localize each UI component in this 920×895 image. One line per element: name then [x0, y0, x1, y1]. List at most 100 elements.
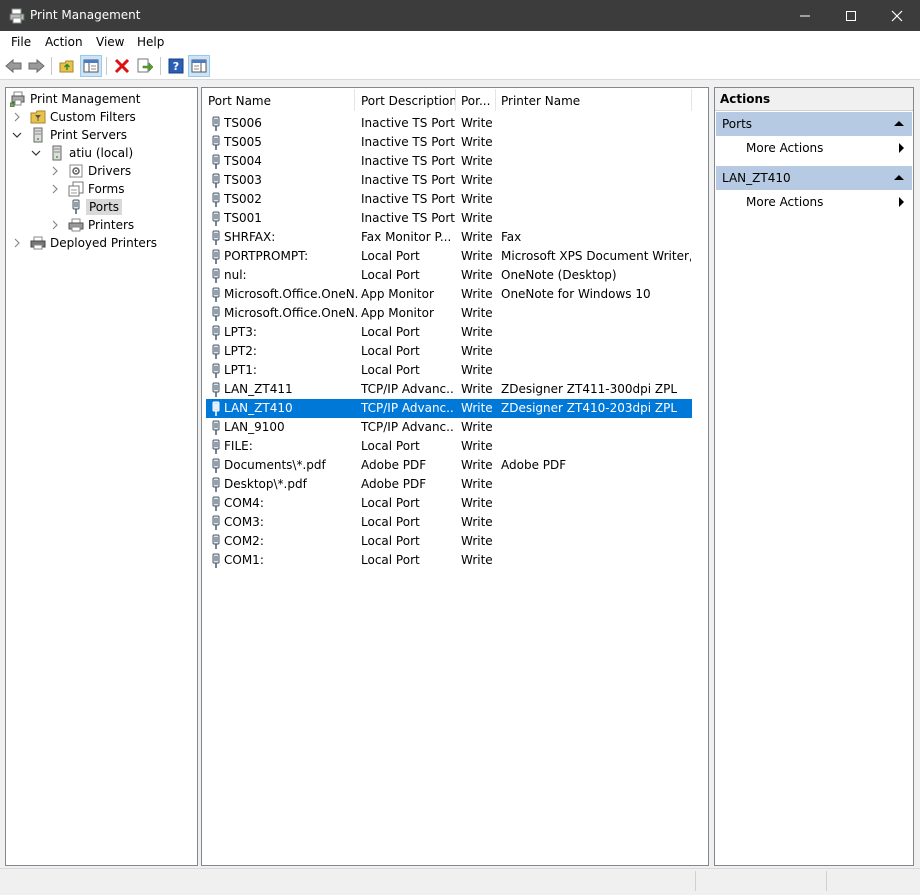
chevron-down-icon[interactable]: [12, 130, 22, 140]
tree-node-print-servers[interactable]: Print Servers: [12, 126, 127, 144]
maximize-icon: [846, 10, 856, 21]
ports-list-view[interactable]: Port Name Port Description Por... Printe…: [201, 87, 709, 866]
tree-label: atiu (local): [69, 146, 134, 160]
column-header-printer-name[interactable]: Printer Name: [501, 94, 580, 108]
port-description-cell: Inactive TS Port: [361, 135, 455, 149]
table-row[interactable]: LPT3: Local Port Write: [206, 323, 692, 342]
port-type-cell: Write: [461, 287, 493, 301]
minimize-button[interactable]: [782, 0, 828, 31]
table-row[interactable]: TS005 Inactive TS Port Write: [206, 133, 692, 152]
port-name-cell: COM3:: [224, 515, 264, 529]
table-row[interactable]: SHRFAX: Fax Monitor P... Write Fax: [206, 228, 692, 247]
printer-name-cell: OneNote for Windows 10: [501, 287, 651, 301]
close-button[interactable]: [874, 0, 920, 31]
table-row[interactable]: PORTPROMPT: Local Port Write Microsoft XPS …: [206, 247, 692, 266]
chevron-right-icon[interactable]: [50, 166, 60, 176]
port-type-cell: Write: [461, 553, 493, 567]
port-description-cell: Local Port: [361, 534, 420, 548]
actions-header: Actions: [715, 88, 913, 111]
back-icon: [5, 58, 22, 74]
more-actions-link[interactable]: More Actions: [746, 141, 823, 155]
filter-folder-icon: [30, 109, 46, 125]
export-list-button[interactable]: [135, 56, 155, 76]
more-actions-link[interactable]: More Actions: [746, 195, 823, 209]
tree-node-custom-filters[interactable]: Custom Filters: [12, 108, 136, 126]
port-name-cell: TS003: [224, 173, 262, 187]
tree-node-atiu-local[interactable]: atiu (local): [31, 144, 133, 162]
port-name-cell: SHRFAX:: [224, 230, 276, 244]
table-row[interactable]: Microsoft.Office.OneN... App Monitor Write: [206, 304, 692, 323]
chevron-down-icon[interactable]: [31, 148, 41, 158]
port-type-cell: Write: [461, 496, 493, 510]
export-icon: [137, 58, 153, 73]
tree-label: Print Servers: [50, 128, 128, 142]
port-description-cell: Inactive TS Port: [361, 211, 455, 225]
menu-action[interactable]: Action: [45, 35, 83, 49]
table-row[interactable]: Microsoft.Office.OneN... App Monitor Write…: [206, 285, 692, 304]
chevron-right-icon[interactable]: [50, 184, 60, 194]
table-row[interactable]: COM1: Local Port Write: [206, 551, 692, 570]
tree-node-forms[interactable]: Forms: [50, 180, 124, 198]
tree-label: Print Management: [30, 92, 141, 106]
actions-group-ports[interactable]: Ports: [716, 112, 912, 136]
actions-group-lan-zt410[interactable]: LAN_ZT410: [716, 166, 912, 190]
collapse-up-icon[interactable]: [894, 121, 904, 126]
port-name-cell: COM4:: [224, 496, 264, 510]
table-row[interactable]: TS001 Inactive TS Port Write: [206, 209, 692, 228]
up-one-level-button[interactable]: [57, 56, 77, 76]
show-hide-console-tree-button[interactable]: [80, 55, 102, 77]
help-button[interactable]: ?: [166, 56, 186, 76]
show-hide-action-pane-button[interactable]: [188, 55, 210, 77]
menu-bar: File Action View Help: [0, 31, 920, 53]
port-description-cell: Adobe PDF: [361, 477, 427, 491]
tree-node-deployed-printers[interactable]: Deployed Printers: [12, 234, 157, 252]
table-row[interactable]: LAN_ZT411 TCP/IP Advanc... Write ZDesigner …: [206, 380, 692, 399]
table-row[interactable]: COM3: Local Port Write: [206, 513, 692, 532]
table-row[interactable]: TS004 Inactive TS Port Write: [206, 152, 692, 171]
table-row[interactable]: LPT1: Local Port Write: [206, 361, 692, 380]
toolbar: ?: [0, 53, 920, 80]
port-type-cell: Write: [461, 211, 493, 225]
column-header-port-type[interactable]: Por...: [461, 94, 490, 108]
chevron-right-icon[interactable]: [12, 238, 22, 248]
show-action-pane-icon: [191, 59, 207, 73]
menu-file[interactable]: File: [11, 35, 31, 49]
port-type-cell: Write: [461, 458, 493, 472]
table-row[interactable]: TS006 Inactive TS Port Write: [206, 114, 692, 133]
tree-node-printers[interactable]: Printers: [50, 216, 134, 234]
port-description-cell: App Monitor: [361, 287, 434, 301]
tree-node-ports[interactable]: Ports: [68, 198, 123, 216]
table-row[interactable]: Documents\*.pdf Adobe PDF Write Adobe PDF: [206, 456, 692, 475]
table-row[interactable]: nul: Local Port Write OneNote (Desktop): [206, 266, 692, 285]
delete-button[interactable]: [112, 56, 132, 76]
chevron-right-icon[interactable]: [12, 112, 22, 122]
collapse-up-icon[interactable]: [894, 175, 904, 180]
tree-node-print-management[interactable]: Print Management: [9, 90, 141, 108]
maximize-button[interactable]: [828, 0, 874, 31]
port-name-cell: TS004: [224, 154, 262, 168]
chevron-right-icon[interactable]: [50, 220, 60, 230]
table-row[interactable]: COM2: Local Port Write: [206, 532, 692, 551]
tree-node-drivers[interactable]: Drivers: [50, 162, 131, 180]
console-tree[interactable]: Print Management Custom Filters Print Se…: [5, 87, 198, 866]
port-type-cell: Write: [461, 344, 493, 358]
port-description-cell: App Monitor: [361, 306, 434, 320]
delete-icon: [114, 58, 130, 74]
menu-help[interactable]: Help: [137, 35, 164, 49]
table-row[interactable]: TS003 Inactive TS Port Write: [206, 171, 692, 190]
table-row[interactable]: LAN_9100 TCP/IP Advanc... Write: [206, 418, 692, 437]
menu-view[interactable]: View: [96, 35, 124, 49]
port-name-cell: TS002: [224, 192, 262, 206]
port-type-cell: Write: [461, 401, 493, 415]
back-button[interactable]: [4, 56, 24, 76]
table-row[interactable]: COM4: Local Port Write: [206, 494, 692, 513]
table-row[interactable]: LAN_ZT410 TCP/IP Advanc... Write ZDesigner …: [206, 399, 692, 418]
port-name-cell: Documents\*.pdf: [224, 458, 326, 472]
column-header-port-description[interactable]: Port Description: [361, 94, 457, 108]
column-header-port-name[interactable]: Port Name: [208, 94, 271, 108]
forward-button[interactable]: [26, 56, 46, 76]
table-row[interactable]: TS002 Inactive TS Port Write: [206, 190, 692, 209]
table-row[interactable]: FILE: Local Port Write: [206, 437, 692, 456]
table-row[interactable]: LPT2: Local Port Write: [206, 342, 692, 361]
table-row[interactable]: Desktop\*.pdf Adobe PDF Write: [206, 475, 692, 494]
